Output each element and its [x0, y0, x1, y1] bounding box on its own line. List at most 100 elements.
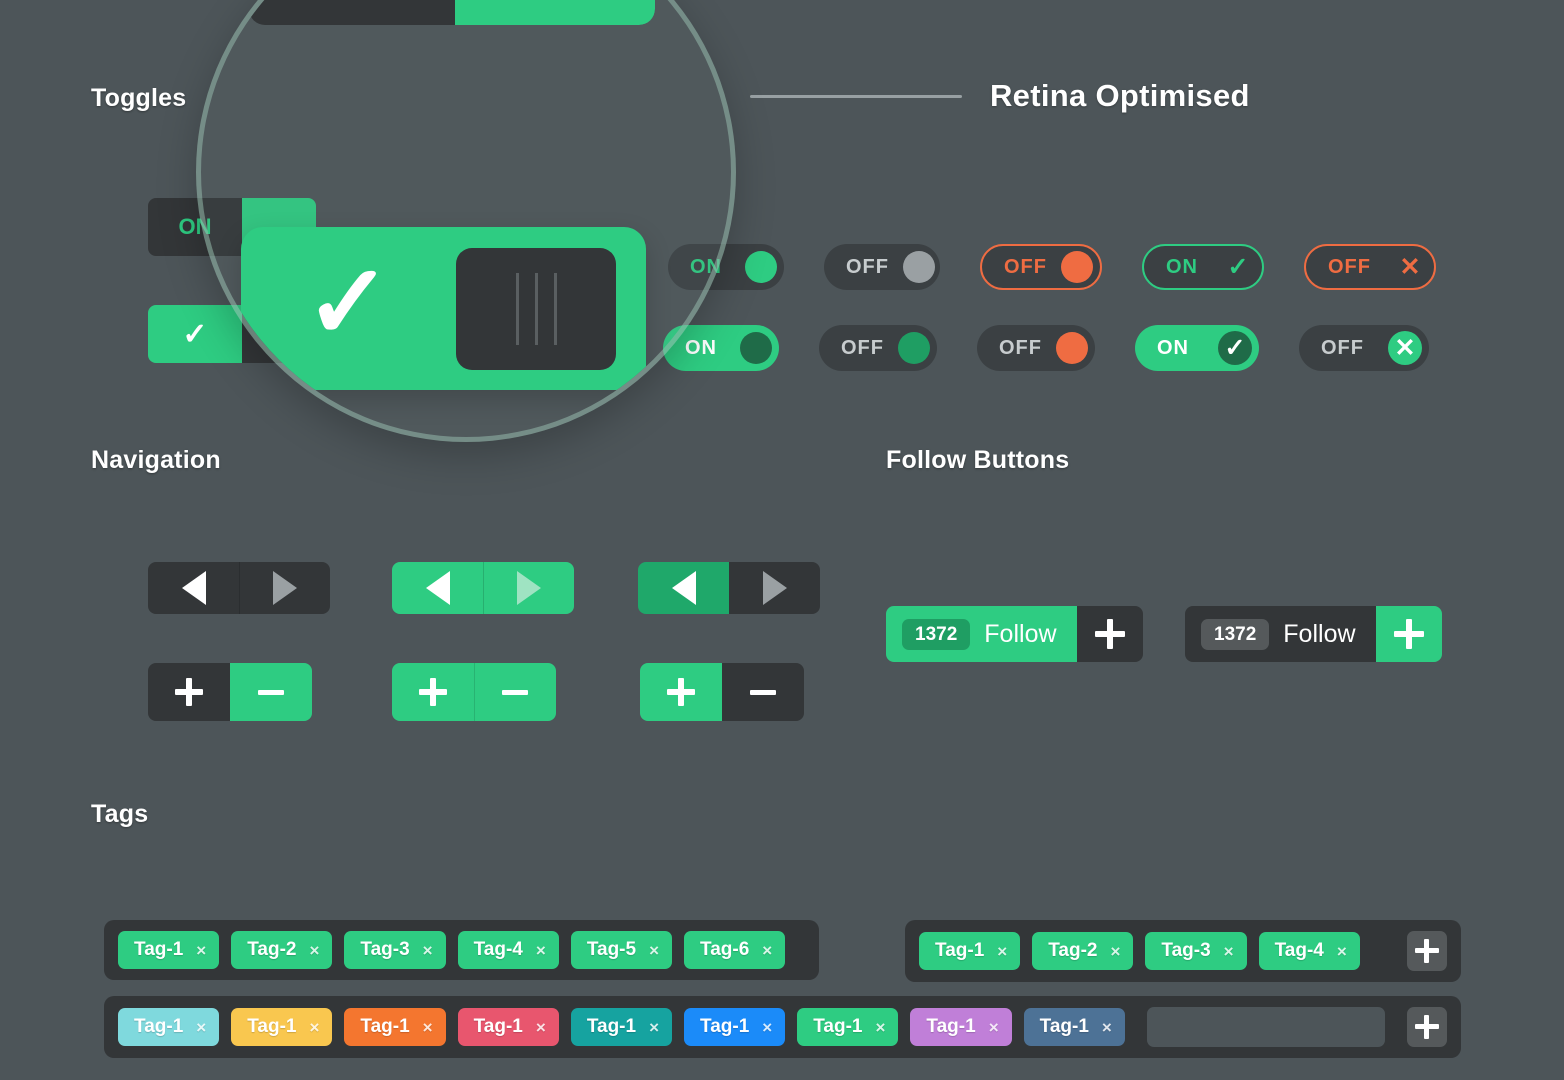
- close-icon[interactable]: ×: [1102, 1019, 1112, 1036]
- toggle-knob-dot: [740, 332, 772, 364]
- toggle-pill-on-check-filled[interactable]: ON ✓: [1135, 325, 1259, 371]
- tag-add-button[interactable]: [1407, 1007, 1447, 1047]
- tag-label: Tag-1: [1039, 1016, 1089, 1037]
- toggle-label: OFF: [1328, 255, 1371, 278]
- tag-chip[interactable]: Tag-4 ×: [457, 931, 559, 969]
- tag-chip[interactable]: Tag-1 ×: [118, 1008, 220, 1046]
- nav-prev-button[interactable]: [638, 562, 729, 614]
- check-icon: ✓: [1218, 331, 1252, 365]
- toggle-pill-off-green-knob[interactable]: OFF: [819, 325, 937, 371]
- tag-label: Tag-1: [247, 1016, 297, 1037]
- toggle-pill-off-cross-filled[interactable]: OFF ✕: [1299, 325, 1429, 371]
- increment-button[interactable]: [640, 663, 722, 721]
- nav-prev-button[interactable]: [392, 562, 483, 614]
- toggle-knob-dot: [898, 332, 930, 364]
- tag-chip[interactable]: Tag-1 ×: [344, 1008, 446, 1046]
- close-icon[interactable]: ×: [309, 1019, 319, 1036]
- cross-icon: ✕: [1388, 331, 1422, 365]
- ui-kit-canvas: Toggles Navigation Follow Buttons Tags R…: [0, 0, 1564, 1080]
- close-icon[interactable]: ×: [1110, 943, 1120, 960]
- close-icon[interactable]: ×: [1224, 943, 1234, 960]
- tag-chip[interactable]: Tag-1 ×: [1023, 1008, 1125, 1046]
- stepper-group-1: [148, 663, 312, 721]
- toggle-pill-off-outlined[interactable]: OFF: [980, 244, 1102, 290]
- nav-next-button[interactable]: [729, 562, 820, 614]
- tag-chip[interactable]: Tag-2 ×: [231, 931, 333, 969]
- follow-button-body[interactable]: 1372 Follow: [886, 606, 1077, 662]
- tag-bar-colored: Tag-1 × Tag-1 × Tag-1 × Tag-1 × Tag-1 × …: [104, 996, 1461, 1058]
- tag-label: Tag-1: [813, 1016, 863, 1037]
- close-icon[interactable]: ×: [762, 1019, 772, 1036]
- grip-line: [553, 272, 557, 345]
- tag-label: Tag-3: [360, 939, 410, 960]
- toggle-knob-dot: [1056, 332, 1088, 364]
- magnified-toggle-on[interactable]: ON: [249, 0, 655, 25]
- section-title-toggles: Toggles: [91, 84, 187, 112]
- follow-button-secondary[interactable]: 1372 Follow: [1185, 606, 1442, 662]
- tag-label: Tag-1: [360, 1016, 410, 1037]
- arrow-left-icon: [671, 571, 696, 605]
- tag-input[interactable]: [1146, 1007, 1385, 1047]
- close-icon[interactable]: ×: [875, 1019, 885, 1036]
- tag-bar-right: Tag-1 × Tag-2 × Tag-3 × Tag-4 ×: [905, 920, 1461, 982]
- plus-icon: [1094, 619, 1125, 649]
- close-icon[interactable]: ×: [762, 942, 772, 959]
- tag-chip[interactable]: Tag-6 ×: [684, 931, 786, 969]
- plus-icon: [419, 678, 447, 706]
- increment-button[interactable]: [392, 663, 474, 721]
- increment-button[interactable]: [148, 663, 230, 721]
- nav-next-button[interactable]: [239, 562, 330, 614]
- toggle-label: OFF: [999, 336, 1042, 359]
- close-icon[interactable]: ×: [423, 942, 433, 959]
- toggle-pill-off-orange-knob[interactable]: OFF: [977, 325, 1095, 371]
- toggle-pill-off-cross-outlined[interactable]: OFF ✕: [1304, 244, 1436, 290]
- toggle-pill-off[interactable]: OFF: [824, 244, 940, 290]
- close-icon[interactable]: ×: [989, 1019, 999, 1036]
- close-icon[interactable]: ×: [649, 942, 659, 959]
- close-icon[interactable]: ×: [423, 1019, 433, 1036]
- tag-chip[interactable]: Tag-1 ×: [910, 1008, 1012, 1046]
- magnifier-lens: ON ✓: [196, 0, 736, 442]
- tag-label: Tag-1: [935, 940, 985, 961]
- magnified-toggle-check[interactable]: ✓: [241, 227, 646, 390]
- tag-chip[interactable]: Tag-1 ×: [457, 1008, 559, 1046]
- follow-add-button[interactable]: [1375, 606, 1442, 662]
- toggle-label: OFF: [841, 336, 884, 359]
- decrement-button[interactable]: [474, 663, 556, 721]
- tag-chip[interactable]: Tag-1 ×: [570, 1008, 673, 1046]
- plus-icon: [1393, 619, 1424, 649]
- close-icon[interactable]: ×: [1337, 943, 1347, 960]
- close-icon[interactable]: ×: [997, 943, 1007, 960]
- close-icon[interactable]: ×: [309, 942, 319, 959]
- follow-button-body[interactable]: 1372 Follow: [1185, 606, 1376, 662]
- close-icon[interactable]: ×: [196, 1019, 206, 1036]
- nav-next-button[interactable]: [483, 562, 574, 614]
- tag-chip[interactable]: Tag-1 ×: [684, 1008, 786, 1046]
- close-icon[interactable]: ×: [536, 942, 546, 959]
- tag-chip[interactable]: Tag-2 ×: [1032, 932, 1134, 970]
- close-icon[interactable]: ×: [536, 1019, 546, 1036]
- stepper-group-3: [640, 663, 804, 721]
- check-icon: ✓: [304, 244, 393, 361]
- tag-chip[interactable]: Tag-1 ×: [231, 1008, 333, 1046]
- tag-add-button[interactable]: [1407, 931, 1447, 971]
- tag-chip[interactable]: Tag-4 ×: [1258, 932, 1360, 970]
- close-icon[interactable]: ×: [196, 942, 206, 959]
- tag-chip[interactable]: Tag-5 ×: [570, 931, 673, 969]
- tag-label: Tag-4: [1274, 940, 1324, 961]
- follow-add-button[interactable]: [1076, 606, 1143, 662]
- tag-chip[interactable]: Tag-3 ×: [1145, 932, 1247, 970]
- decrement-button[interactable]: [230, 663, 312, 721]
- follow-button-primary[interactable]: 1372 Follow: [886, 606, 1143, 662]
- tag-chip[interactable]: Tag-1 ×: [919, 932, 1021, 970]
- arrow-left-icon: [181, 571, 206, 605]
- toggle-pill-on-check-outlined[interactable]: ON ✓: [1142, 244, 1264, 290]
- close-icon[interactable]: ×: [649, 1019, 659, 1036]
- toggle-label: OFF: [1004, 255, 1047, 278]
- tag-chip[interactable]: Tag-1 ×: [797, 1008, 899, 1046]
- tag-chip[interactable]: Tag-1 ×: [118, 931, 220, 969]
- decrement-button[interactable]: [722, 663, 804, 721]
- toggle-label: ON: [1166, 255, 1198, 278]
- nav-prev-button[interactable]: [148, 562, 239, 614]
- tag-chip[interactable]: Tag-3 ×: [344, 931, 446, 969]
